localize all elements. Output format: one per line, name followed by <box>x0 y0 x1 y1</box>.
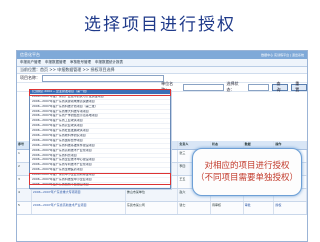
breadcrumb: 当前位置：首页 >> 申报数据管理 >> 授权项目选择 <box>17 67 307 74</box>
menu-item-users[interactable]: 申报用户管理 <box>20 60 41 65</box>
menu-item-accounts[interactable]: 审核账号管理 <box>70 60 91 65</box>
table-cell: 待审核 <box>211 202 244 214</box>
annotation-callout: 对相应的项目进行授权 （不同项目需要单独授权） <box>192 148 302 196</box>
slide-title: 选择项目进行授权 <box>84 15 236 35</box>
reset-button[interactable]: 重置 <box>291 81 307 92</box>
project-select[interactable] <box>42 74 164 82</box>
highlight-box <box>29 173 171 185</box>
top-bar: 信息化平台 数据中心 实训练平台 | 退出系统 <box>17 51 307 59</box>
table-cell[interactable]: 2006~2007年广东省高新技术产业项目 <box>32 202 126 214</box>
menu-item-reports[interactable]: 申报数据统计报表 <box>95 60 123 65</box>
table-cell: 4 <box>17 189 32 201</box>
main-menu: 申报用户管理 申报数据管理 审核账号管理 申报数据统计报表 <box>17 59 307 67</box>
selected-item-highlight <box>29 89 171 96</box>
status-label: 选择状态： <box>226 81 239 92</box>
search-button[interactable]: 查询 <box>272 81 289 92</box>
top-links[interactable]: 数据中心 实训练平台 | 退出系统 <box>261 53 304 57</box>
table-row: 5 2006~2007年广东省高新技术产业项目 东莞市某公司 钱七 待审核 审批 授权 <box>17 202 307 215</box>
table-cell: 5 <box>17 202 32 214</box>
project-label: 项目名称： <box>20 75 40 80</box>
table-cell: 钱七 <box>178 202 211 214</box>
dropdown-option[interactable]: 2006~2007年度广东省省部产学研合作项目 <box>30 188 170 189</box>
app-logo: 信息化平台 <box>20 52 40 57</box>
callout-line1: 对相应的项目进行授权 <box>204 161 290 171</box>
callout-line2: （不同项目需要单独授权） <box>195 173 298 183</box>
row-action-link[interactable]: 授权 <box>274 202 307 214</box>
status-select[interactable] <box>247 83 270 91</box>
unit-input[interactable] <box>182 83 224 91</box>
app-screenshot: 信息化平台 数据中心 实训练平台 | 退出系统 申报用户管理 申报数据管理 审核… <box>16 50 308 242</box>
table-cell[interactable]: 2006~2007年广东省重大专项项目 <box>32 189 126 201</box>
menu-item-data[interactable]: 申报数据管理 <box>45 60 66 65</box>
table-cell: 东莞市某公司 <box>126 202 179 214</box>
row-action-link[interactable]: 审批 <box>244 202 275 214</box>
table-cell: 佛山市某单位 <box>126 189 179 201</box>
